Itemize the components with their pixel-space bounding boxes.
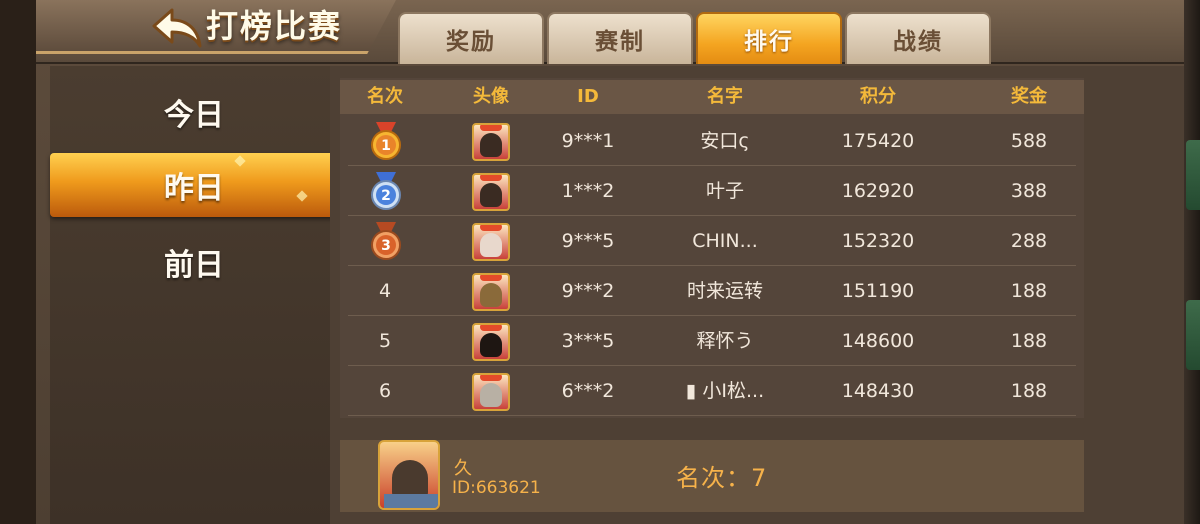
table-row[interactable]: 4 9***2 时来运转 151190 188 [348, 266, 1076, 316]
tab-ranking[interactable]: 排行 [696, 12, 842, 64]
column-header-rank: 名次 [367, 86, 403, 107]
player-prize: 288 [1010, 230, 1048, 252]
tab-rules[interactable]: 赛制 [547, 12, 693, 64]
player-prize: 188 [1010, 330, 1048, 352]
svg-text:2: 2 [381, 188, 391, 204]
player-prize: 388 [1010, 180, 1048, 202]
avatar [472, 223, 510, 261]
sidebar-item-today[interactable]: 今日 [50, 80, 338, 144]
right-edge-decoration [1184, 0, 1200, 524]
player-name: 安口ς [700, 130, 750, 152]
gold-medal-icon: 1 [371, 122, 401, 160]
back-arrow-icon [152, 8, 202, 48]
table-row[interactable]: 3 9***5 CHIN... 152320 288 [348, 216, 1076, 266]
self-id: ID:663621 [452, 478, 541, 498]
player-id: 3***5 [561, 330, 615, 352]
player-name: ▮ 小I松... [685, 380, 765, 402]
player-id: 9***2 [561, 280, 615, 302]
table-row[interactable]: 2 1***2 叶子 162920 388 [348, 166, 1076, 216]
table-row[interactable]: 5 3***5 释怀う 148600 188 [348, 316, 1076, 366]
player-name: 叶子 [705, 180, 744, 202]
player-name: 时来运转 [686, 280, 763, 302]
bronze-medal-icon: 3 [371, 222, 401, 260]
self-name: 久 [454, 458, 472, 479]
player-name: 释怀う [696, 330, 754, 352]
player-score: 175420 [841, 130, 915, 152]
player-id: 9***1 [561, 130, 615, 152]
back-button[interactable] [148, 4, 206, 50]
svg-text:1: 1 [381, 138, 391, 154]
player-rank: 6 [378, 380, 392, 402]
player-score: 151190 [841, 280, 915, 302]
tab-record[interactable]: 战绩 [845, 12, 991, 64]
avatar[interactable] [378, 440, 440, 510]
player-prize: 588 [1010, 130, 1048, 152]
player-score: 148430 [841, 380, 915, 402]
player-prize: 188 [1010, 380, 1048, 402]
player-score: 152320 [841, 230, 915, 252]
player-name: CHIN... [692, 230, 758, 252]
table-row[interactable]: 6 6***2 ▮ 小I松... 148430 188 [348, 366, 1076, 416]
player-prize: 188 [1010, 280, 1048, 302]
tab-rewards[interactable]: 奖励 [398, 12, 544, 64]
svg-text:3: 3 [381, 238, 391, 254]
column-header-avatar: 头像 [473, 86, 509, 107]
self-rank: 名次：7 [676, 464, 768, 492]
column-header-name: 名字 [707, 86, 743, 107]
column-header-prize: 奖金 [1011, 86, 1047, 107]
avatar [472, 123, 510, 161]
avatar [472, 373, 510, 411]
avatar [472, 323, 510, 361]
column-header-id: ID [577, 86, 599, 107]
player-id: 9***5 [561, 230, 615, 252]
player-rank: 5 [378, 330, 392, 352]
player-score: 148600 [841, 330, 915, 352]
table-row[interactable]: 1 9***1 安口ς 175420 588 [348, 116, 1076, 166]
page-title: 打榜比赛 [206, 7, 343, 45]
sidebar-item-day-before[interactable]: 前日 [50, 230, 338, 294]
player-rank: 4 [378, 280, 392, 302]
avatar [472, 273, 510, 311]
player-id: 6***2 [561, 380, 615, 402]
avatar [472, 173, 510, 211]
player-score: 162920 [841, 180, 915, 202]
column-header-score: 积分 [860, 86, 896, 107]
player-id: 1***2 [561, 180, 615, 202]
silver-medal-icon: 2 [371, 172, 401, 210]
sidebar-item-yesterday[interactable]: 昨日 [50, 153, 338, 217]
